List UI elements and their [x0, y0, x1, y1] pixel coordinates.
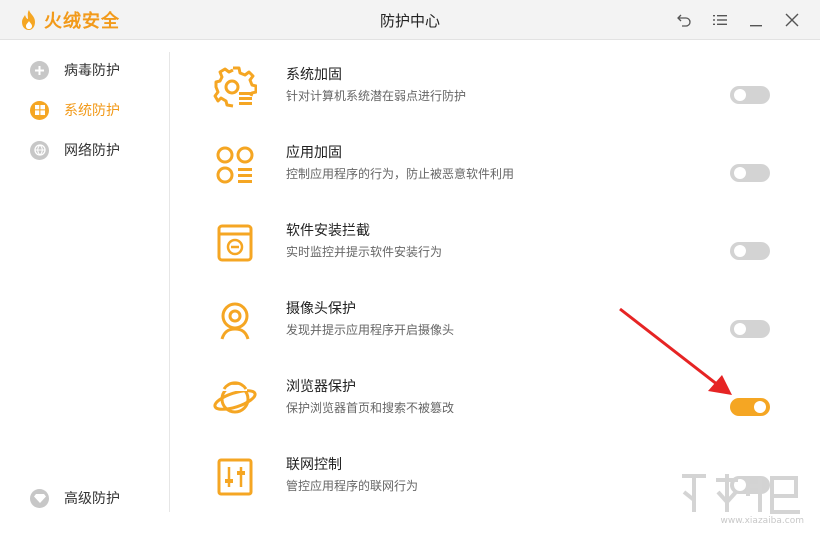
- watermark-logo-icon: [682, 474, 800, 514]
- feature-title: 摄像头保护: [286, 300, 356, 316]
- feature-description: 控制应用程序的行为，防止被恶意软件利用: [286, 167, 515, 181]
- menu-icon: [713, 15, 727, 25]
- window-title: 防护中心: [379, 13, 440, 30]
- sidebar-item-label: 高级防护: [64, 490, 120, 506]
- annotation-arrow: [619, 307, 732, 395]
- toggle-knob: [734, 167, 746, 179]
- sidebar-item-label: 病毒防护: [64, 62, 120, 78]
- planet-browser-icon: [212, 376, 258, 422]
- diamond-icon: [30, 488, 49, 508]
- feature-description: 保护浏览器首页和搜索不被篡改: [286, 401, 455, 415]
- feature-description: 针对计算机系统潜在弱点进行防护: [286, 89, 467, 103]
- globe-icon: [30, 140, 49, 160]
- title-bar: 火绒安全 防护中心: [0, 0, 820, 40]
- toggle-knob: [754, 401, 766, 413]
- install-box-icon: [212, 220, 258, 266]
- feature-toggle[interactable]: [730, 86, 770, 104]
- sidebar: 病毒防护 系统防护 网络防护 高级防护: [0, 40, 170, 540]
- network-sliders-icon: [212, 454, 258, 500]
- app-name: 火绒安全: [44, 11, 120, 31]
- toggle-knob: [734, 245, 746, 257]
- toggle-knob: [734, 89, 746, 101]
- watermark-url: www.xiazaiba.com: [720, 516, 804, 526]
- close-button[interactable]: [782, 10, 802, 30]
- feature-row-system-hardening: 系统加固 针对计算机系统潜在弱点进行防护: [170, 58, 820, 136]
- sidebar-item-network-protection[interactable]: 网络防护: [30, 138, 120, 162]
- system-gear-icon: [212, 64, 258, 110]
- feature-title: 软件安装拦截: [286, 222, 370, 238]
- back-button[interactable]: [674, 10, 694, 30]
- feature-title: 联网控制: [286, 456, 342, 472]
- flame-logo-icon: [22, 10, 35, 30]
- feature-toggle[interactable]: [730, 398, 770, 416]
- sidebar-item-advanced-protection[interactable]: 高级防护: [30, 486, 120, 510]
- feature-title: 系统加固: [286, 66, 342, 82]
- minimize-button[interactable]: [746, 10, 766, 30]
- feature-description: 管控应用程序的联网行为: [286, 479, 419, 493]
- back-icon: [677, 14, 691, 27]
- feature-title: 浏览器保护: [286, 378, 356, 394]
- sidebar-item-label: 网络防护: [64, 142, 120, 158]
- app-grid-icon: [212, 142, 258, 188]
- menu-button[interactable]: [710, 10, 730, 30]
- sidebar-item-system-protection[interactable]: 系统防护: [30, 98, 120, 122]
- virus-shield-icon: [30, 60, 49, 80]
- webcam-icon: [212, 298, 258, 344]
- minimize-icon: [750, 25, 762, 27]
- windows-icon: [30, 100, 49, 120]
- feature-row-app-hardening: 应用加固 控制应用程序的行为，防止被恶意软件利用: [170, 136, 820, 214]
- feature-description: 发现并提示应用程序开启摄像头: [286, 323, 455, 337]
- sidebar-item-virus-protection[interactable]: 病毒防护: [30, 58, 120, 82]
- feature-description: 实时监控并提示软件安装行为: [286, 245, 443, 259]
- feature-title: 应用加固: [286, 144, 342, 160]
- feature-row-install-block: 软件安装拦截 实时监控并提示软件安装行为: [170, 214, 820, 292]
- close-icon: [785, 13, 799, 27]
- feature-toggle[interactable]: [730, 164, 770, 182]
- feature-toggle[interactable]: [730, 242, 770, 260]
- sidebar-item-label: 系统防护: [64, 102, 120, 118]
- app-logo: 火绒安全: [20, 8, 120, 32]
- watermark: www.xiazaiba.com: [676, 470, 816, 530]
